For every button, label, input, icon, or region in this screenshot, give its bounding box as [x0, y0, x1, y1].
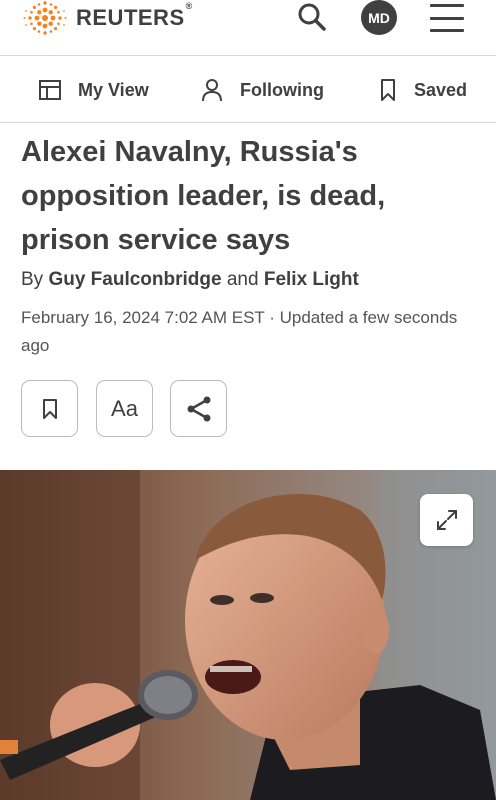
save-article-button[interactable]	[21, 380, 78, 437]
menu-button[interactable]	[430, 4, 464, 32]
tab-label: Saved	[414, 79, 468, 100]
tab-following[interactable]: Following	[200, 57, 324, 123]
expand-icon	[436, 510, 457, 530]
layout-icon	[39, 80, 61, 100]
search-button[interactable]	[294, 0, 330, 34]
search-icon	[298, 3, 326, 31]
text-size-button[interactable]: Aa	[96, 380, 153, 437]
tab-label: My View	[78, 79, 149, 100]
article-dateline: February 16, 2024 7:02 AM EST · Updated …	[21, 308, 458, 355]
share-icon	[187, 396, 210, 421]
person-icon	[202, 79, 222, 102]
menu-icon-bar	[430, 29, 464, 32]
tab-label: Following	[240, 79, 324, 100]
menu-icon-bar	[430, 4, 464, 7]
reuters-logo-icon	[23, 1, 67, 35]
byline-prefix: By	[21, 269, 49, 290]
byline-and: and	[221, 269, 264, 290]
site-header: REUTERS® MD	[0, 0, 496, 56]
reuters-logo[interactable]: REUTERS®	[22, 0, 193, 36]
tab-my-view[interactable]: My View	[38, 57, 149, 123]
menu-icon-bar	[430, 16, 464, 20]
personal-nav: My View Following Saved	[0, 57, 496, 123]
text-size-label: Aa	[111, 395, 138, 421]
article-headline: Alexei Navalny, Russia's opposition lead…	[21, 136, 386, 256]
expand-image-button[interactable]	[420, 494, 473, 546]
brand-name: REUTERS®	[76, 1, 193, 30]
tab-saved[interactable]: Saved	[378, 57, 467, 123]
author-link[interactable]: Felix Light	[264, 269, 359, 290]
author-link[interactable]: Guy Faulconbridge	[48, 269, 221, 290]
article-byline: By Guy Faulconbridge and Felix Light	[21, 269, 359, 291]
user-avatar[interactable]: MD	[361, 0, 397, 35]
bookmark-icon	[381, 79, 395, 101]
share-button[interactable]	[170, 380, 227, 437]
bookmark-icon	[42, 398, 57, 419]
